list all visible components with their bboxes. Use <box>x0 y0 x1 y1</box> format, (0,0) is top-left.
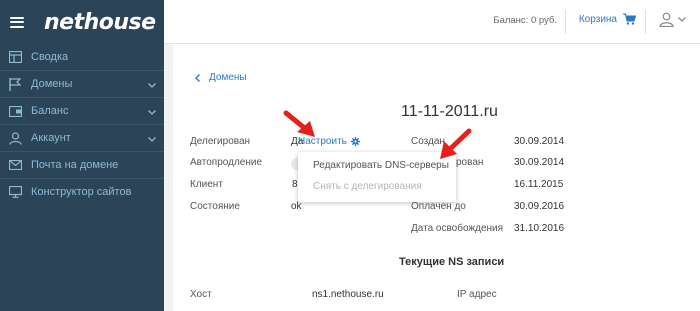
flag-icon <box>8 77 22 91</box>
sidebar-item-label: Баланс <box>31 105 69 117</box>
status-label: Состояние <box>190 201 240 212</box>
sidebar-item-domains[interactable]: Домены <box>0 71 164 97</box>
sidebar-item-summary[interactable]: Сводка <box>0 44 164 70</box>
sidebar-item-label: Сводка <box>31 51 69 63</box>
delegated-label: Делегирован <box>190 136 251 147</box>
cart-icon <box>623 13 636 25</box>
top-header: Баланс: 0 руб. Корзина <box>164 0 700 44</box>
wallet-icon <box>8 104 22 118</box>
client-value: 8 <box>292 179 298 190</box>
date-value: 16.11.2015 <box>514 179 564 190</box>
sidebar-item-label: Почта на домене <box>31 159 119 171</box>
user-icon <box>659 12 674 27</box>
user-menu-button[interactable] <box>659 12 690 27</box>
back-to-domains-link[interactable]: Домены <box>195 72 247 83</box>
host-value: ns1.nethouse.ru <box>312 289 384 300</box>
sidebar-item-label: Аккаунт <box>31 132 71 144</box>
mail-icon <box>8 158 22 172</box>
paid-until-label: Оплачен до <box>411 201 466 212</box>
release-date-value: 31.10.2016 <box>514 223 565 234</box>
header-divider <box>645 10 646 34</box>
sidebar-item-domain-mail[interactable]: Почта на домене <box>0 152 164 178</box>
status-value: ok <box>291 201 302 212</box>
created-value: 30.09.2014 <box>514 136 565 147</box>
cart-label: Корзина <box>578 13 617 25</box>
domain-title: 11-11-2011.ru <box>401 103 498 120</box>
balance-text: Баланс: 0 руб. <box>493 15 557 26</box>
header-divider <box>565 10 566 34</box>
paid-until-value: 30.09.2016 <box>514 201 565 212</box>
sidebar: nethouse Сводка Домены Баланс Аккаунт По… <box>0 0 164 311</box>
edit-dns-servers-item[interactable]: Редактировать DNS-серверы <box>313 160 449 171</box>
host-label: Хост <box>190 289 212 300</box>
registered-value: 30.09.2014 <box>514 157 565 168</box>
chevron-down-icon <box>148 133 156 145</box>
sidebar-top: nethouse <box>0 0 164 44</box>
client-label: Клиент <box>190 179 223 190</box>
chevron-down-icon <box>148 79 156 91</box>
menu-icon[interactable] <box>10 16 24 28</box>
dashboard-icon <box>8 50 22 64</box>
annotation-arrow-icon <box>440 128 472 159</box>
ns-records-heading: Текущие NS записи <box>399 256 505 268</box>
chevron-left-icon <box>195 73 200 82</box>
chevron-down-icon <box>678 17 686 22</box>
sidebar-item-account[interactable]: Аккаунт <box>0 125 164 151</box>
remove-delegation-item: Снять с делегирования <box>313 181 422 192</box>
ip-label: IP адрес <box>457 289 497 300</box>
sidebar-item-site-builder[interactable]: Конструктор сайтов <box>0 179 164 205</box>
logo[interactable]: nethouse <box>44 10 156 35</box>
annotation-arrow-icon <box>283 110 315 137</box>
sidebar-item-label: Конструктор сайтов <box>31 186 132 198</box>
cart-button[interactable]: Корзина <box>579 13 636 25</box>
back-label: Домены <box>209 72 247 83</box>
release-date-label: Дата освобождения <box>411 223 504 234</box>
chevron-down-icon <box>148 106 156 118</box>
autorenew-label: Автопродление <box>190 157 263 168</box>
sidebar-item-label: Домены <box>31 78 73 90</box>
monitor-icon <box>8 185 22 199</box>
user-icon <box>8 131 22 145</box>
gear-icon <box>350 137 360 146</box>
sidebar-item-balance[interactable]: Баланс <box>0 98 164 124</box>
